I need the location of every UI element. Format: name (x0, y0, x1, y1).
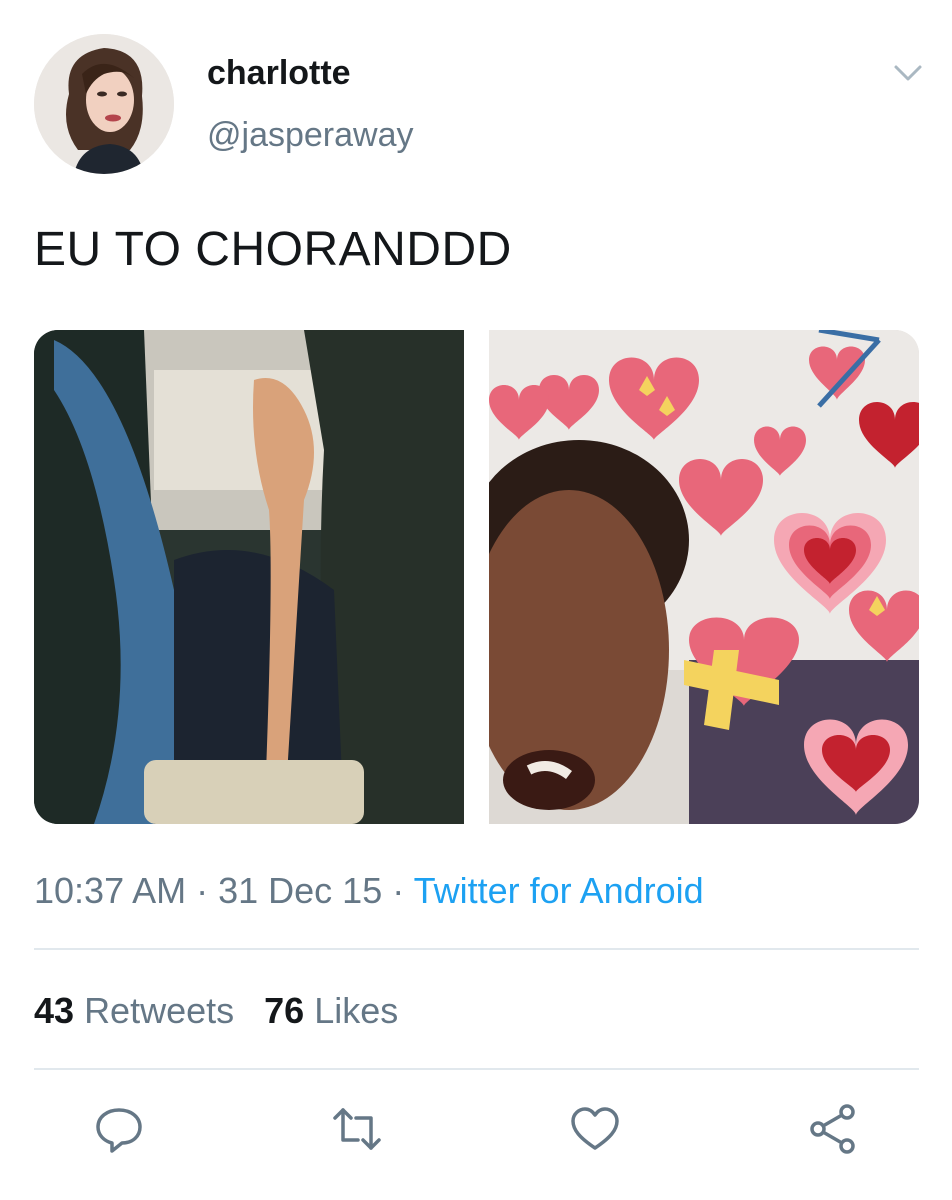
retweet-icon[interactable] (330, 1102, 384, 1156)
media-photo-crying-kid-hearts[interactable] (489, 330, 919, 824)
share-icon[interactable] (806, 1102, 860, 1156)
tweet-media (34, 330, 919, 824)
tweet-source-link[interactable]: Twitter for Android (414, 870, 704, 911)
likes-count: 76 (264, 990, 305, 1031)
heart-icon[interactable] (568, 1102, 622, 1156)
likes-label: Likes (314, 990, 399, 1031)
meta-separator: · (382, 870, 414, 911)
meta-separator: · (186, 870, 219, 911)
tweet-time: 10:37 AM (34, 870, 187, 911)
divider (34, 1068, 919, 1070)
retweets-count: 43 (34, 990, 75, 1031)
tweet-text: EU TO CHORANDDD (34, 223, 512, 276)
divider (34, 948, 919, 950)
retweets-stat[interactable]: 43 Retweets (34, 990, 234, 1031)
avatar-photo (34, 34, 174, 174)
tweet-meta: 10:37 AM · 31 Dec 15 · Twitter for Andro… (34, 870, 704, 912)
likes-stat[interactable]: 76 Likes (264, 990, 398, 1031)
chevron-down-icon[interactable] (890, 58, 926, 88)
retweets-label: Retweets (84, 990, 235, 1031)
tweet-stats: 43 Retweets 76 Likes (34, 990, 398, 1032)
media-photo-airplane[interactable] (34, 330, 464, 824)
author-handle[interactable]: @jasperaway (207, 116, 414, 155)
tweet-date: 31 Dec 15 (218, 870, 383, 911)
reply-icon[interactable] (92, 1102, 146, 1156)
author-display-name[interactable]: charlotte (207, 54, 351, 93)
avatar[interactable] (34, 34, 174, 174)
